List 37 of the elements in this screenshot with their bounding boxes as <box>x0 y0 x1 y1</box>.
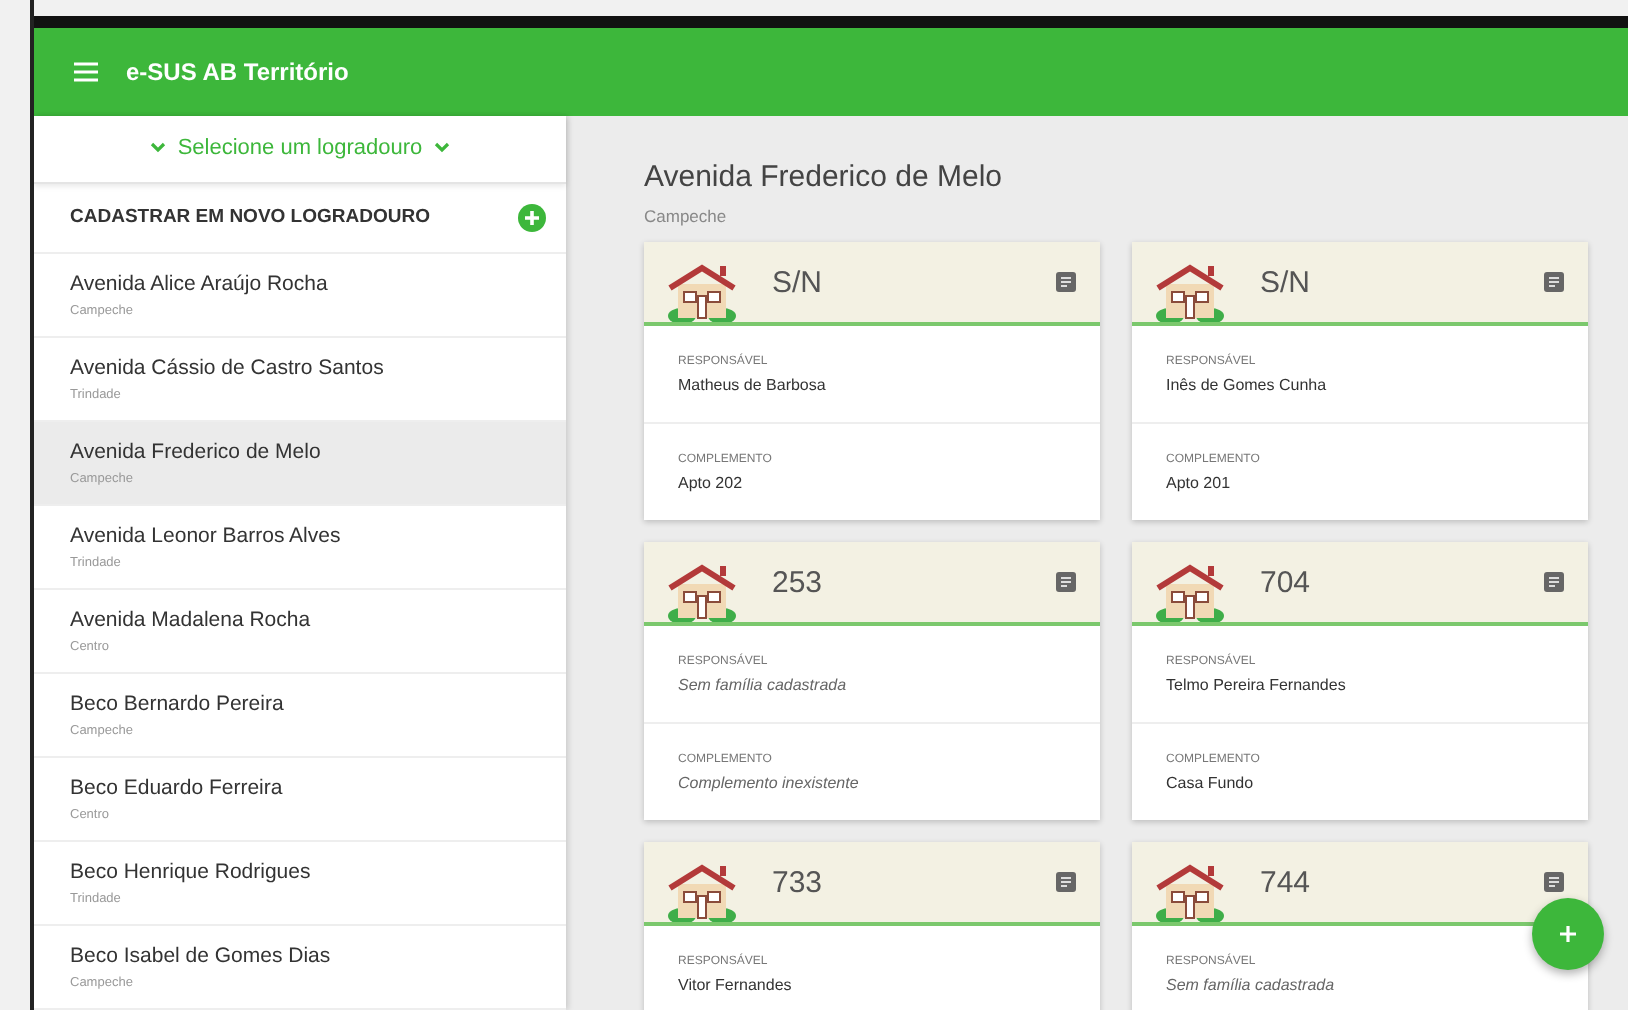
menu-icon[interactable] <box>74 62 98 82</box>
field-value: Telmo Pereira Fernandes <box>1166 675 1348 693</box>
house-icon <box>1156 862 1224 922</box>
house-number: 733 <box>772 865 825 899</box>
field-value: Vitor Fernandes <box>678 975 794 993</box>
add-street-row[interactable]: CADASTRAR EM NOVO LOGRADOURO <box>34 183 566 254</box>
field-value: Casa Fundo <box>1166 773 1256 791</box>
note-icon[interactable] <box>1544 872 1564 892</box>
house-icon <box>1156 262 1224 322</box>
house-icon <box>668 262 736 322</box>
house-number: 704 <box>1260 565 1313 599</box>
field-value: Sem família cadastrada <box>1166 975 1337 993</box>
house-number: 744 <box>1260 865 1313 899</box>
field-value: Inês de Gomes Cunha <box>1166 375 1329 393</box>
field-value: Sem família cadastrada <box>678 675 849 693</box>
field-value: Apto 202 <box>678 473 745 491</box>
app-title: e-SUS AB Território <box>126 58 349 86</box>
note-icon[interactable] <box>1056 272 1076 292</box>
house-number: 253 <box>772 565 825 599</box>
note-icon[interactable] <box>1544 272 1564 292</box>
note-icon[interactable] <box>1056 872 1076 892</box>
add-circle-icon <box>518 203 546 232</box>
district-label: Campeche <box>644 206 729 226</box>
note-icon[interactable] <box>1056 572 1076 592</box>
field-value: Matheus de Barbosa <box>678 375 828 393</box>
chevron-down-icon <box>434 142 451 155</box>
note-icon[interactable] <box>1544 572 1564 592</box>
house-icon <box>668 562 736 622</box>
house-number: S/N <box>1260 265 1313 299</box>
house-icon <box>668 862 736 922</box>
house-number: S/N <box>772 265 825 299</box>
street-title: Avenida Frederico de Melo <box>644 160 1004 194</box>
field-value: Complemento inexistente <box>678 773 861 791</box>
plus-icon <box>1558 924 1578 944</box>
field-value: Apto 201 <box>1166 473 1233 491</box>
chevron-down-icon <box>149 142 166 155</box>
house-icon <box>1156 562 1224 622</box>
